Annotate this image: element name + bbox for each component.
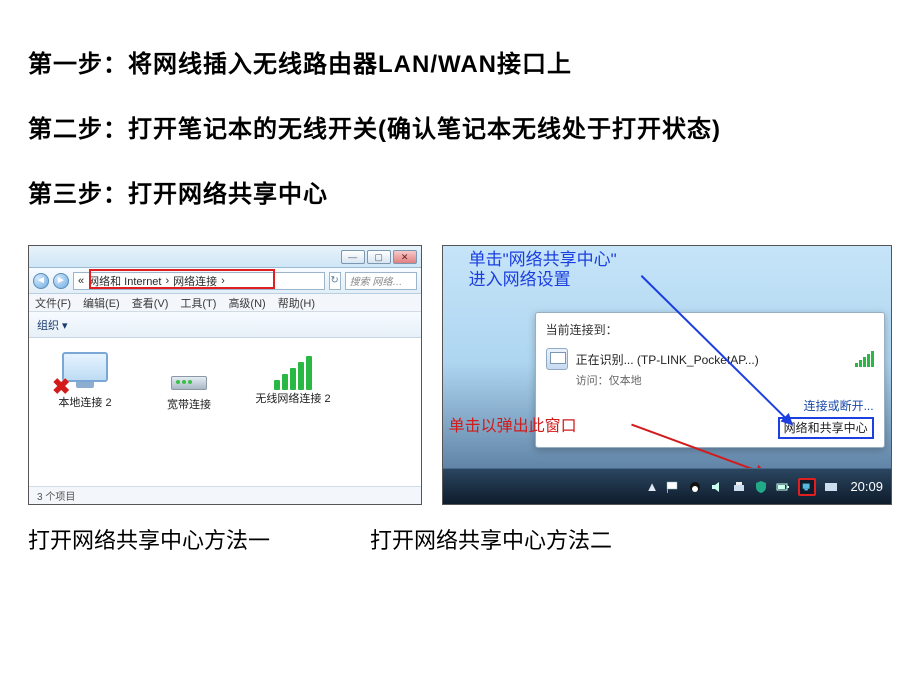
window-titlebar: — ▢ ✕ [29, 246, 421, 268]
connections-pane: ✖ 本地连接 2 宽带连接 无线网络连接 2 [29, 338, 421, 486]
disconnected-x-icon: ✖ [52, 380, 70, 398]
toolbar: 组织 ▾ [29, 312, 421, 338]
popup-connection-name: 正在识别... (TP-LINK_PocketAP...) [576, 351, 759, 368]
tray-printer-icon[interactable] [732, 480, 746, 494]
tray-chevron-icon[interactable]: ▲ [646, 479, 659, 494]
annotation-red-instruction: 单击以弹出此窗口 [449, 412, 577, 436]
connection-label: 无线网络连接 2 [255, 390, 331, 406]
menu-view[interactable]: 查看(V) [132, 295, 169, 311]
tray-flag-icon[interactable] [666, 480, 680, 494]
tray-penguin-icon[interactable] [688, 480, 702, 494]
status-bar: 3 个项目 [29, 486, 421, 504]
connection-broadband[interactable]: 宽带连接 [151, 352, 227, 412]
tray-battery-icon[interactable] [776, 480, 790, 494]
popup-connection-row[interactable]: 正在识别... (TP-LINK_PocketAP...) [546, 344, 874, 374]
step-3: 第三步：打开网络共享中心 [28, 174, 892, 209]
annotation-blue-instruction: 单击"网络共享中心" 进入网络设置 [469, 250, 617, 290]
tray-speaker-icon[interactable] [710, 480, 724, 494]
screenshot-method-2: 单击"网络共享中心" 进入网络设置 当前连接到： 正在识别... (TP-LIN… [442, 245, 892, 505]
refresh-button[interactable]: ↻ [329, 272, 341, 290]
back-button[interactable]: ◄ [33, 273, 49, 289]
menu-help[interactable]: 帮助(H) [278, 295, 315, 311]
step-1: 第一步：将网线插入无线路由器LAN/WAN接口上 [28, 44, 892, 79]
connection-label: 宽带连接 [151, 396, 227, 412]
menu-advanced[interactable]: 高级(N) [228, 295, 265, 311]
menu-tools[interactable]: 工具(T) [180, 295, 216, 311]
caption-method-2: 打开网络共享中心方法二 [370, 523, 612, 555]
tray-ime-icon[interactable] [824, 480, 838, 494]
menu-file[interactable]: 文件(F) [35, 295, 71, 311]
forward-button[interactable]: ► [53, 273, 69, 289]
annotation-blue-line2: 进入网络设置 [469, 270, 571, 289]
status-count: 3 个项目 [37, 488, 75, 503]
modem-icon [171, 376, 207, 390]
network-popup: 当前连接到： 正在识别... (TP-LINK_PocketAP...) 访问：… [535, 312, 885, 448]
search-input[interactable]: 搜索 网络… [345, 272, 417, 290]
popup-link-disconnect[interactable]: 连接或断开... [804, 399, 874, 413]
connection-local[interactable]: ✖ 本地连接 2 [47, 352, 123, 410]
breadcrumb[interactable]: « 网络和 Internet › 网络连接 › [73, 272, 325, 290]
tray-shield-icon[interactable] [754, 480, 768, 494]
menu-bar: 文件(F) 编辑(E) 查看(V) 工具(T) 高级(N) 帮助(H) [29, 294, 421, 312]
breadcrumb-seg-2[interactable]: 网络连接 [173, 273, 217, 289]
connection-wireless[interactable]: 无线网络连接 2 [255, 352, 331, 406]
minimize-button[interactable]: — [341, 250, 365, 264]
tray-clock[interactable]: 20:09 [850, 479, 883, 494]
annotation-blue-line1: 单击"网络共享中心" [469, 250, 617, 269]
caption-method-1: 打开网络共享中心方法一 [28, 523, 338, 555]
popup-header: 当前连接到： [546, 321, 874, 338]
breadcrumb-seg-1[interactable]: 网络和 Internet [88, 273, 161, 289]
address-bar-row: ◄ ► « 网络和 Internet › 网络连接 › ↻ 搜索 网络… [29, 268, 421, 294]
popup-link-network-center[interactable]: 网络和共享中心 [778, 417, 874, 439]
screenshot-method-1: — ▢ ✕ ◄ ► « 网络和 Internet › 网络连接 › ↻ [28, 245, 422, 505]
signal-bars-icon [855, 351, 874, 367]
breadcrumb-prefix: « [78, 275, 84, 287]
chevron-right-icon: › [221, 275, 225, 287]
step-2: 第二步：打开笔记本的无线开关(确认笔记本无线处于打开状态) [28, 109, 892, 144]
tray-network-icon-highlighted[interactable] [798, 478, 816, 496]
chevron-right-icon: › [165, 275, 169, 287]
close-button[interactable]: ✕ [393, 250, 417, 264]
system-tray[interactable]: ▲ 20:09 [646, 478, 883, 496]
network-icon [546, 348, 568, 370]
search-placeholder: 搜索 网络… [350, 273, 403, 288]
taskbar: ▲ 20:09 [443, 468, 891, 504]
menu-edit[interactable]: 编辑(E) [83, 295, 120, 311]
organize-dropdown[interactable]: 组织 ▾ [37, 317, 68, 333]
wifi-bars-icon [271, 352, 315, 390]
popup-access-text: 访问：仅本地 [576, 372, 874, 388]
maximize-button[interactable]: ▢ [367, 250, 391, 264]
